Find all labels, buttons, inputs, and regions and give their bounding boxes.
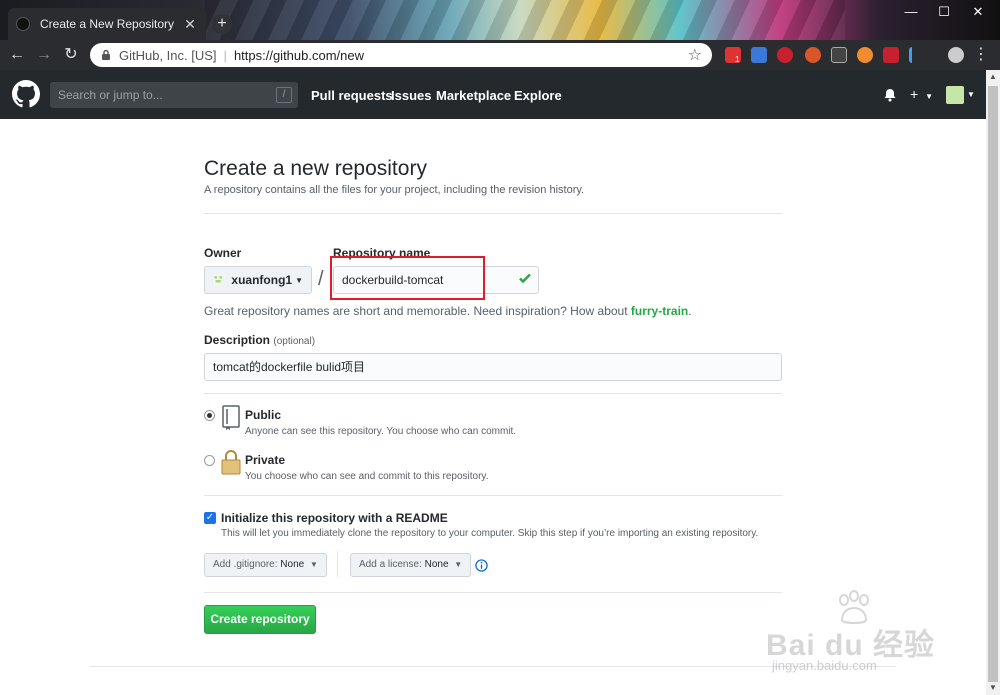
divider [204, 495, 782, 496]
browser-toolbar: ← → ↻ GitHub, Inc. [US] | https://github… [0, 40, 1000, 70]
extension-adblock-icon[interactable] [777, 47, 793, 63]
private-option-note: You choose who can see and commit to thi… [245, 471, 489, 482]
lock-icon [102, 49, 110, 60]
address-separator: | [223, 47, 227, 63]
nav-explore[interactable]: Explore [514, 88, 562, 103]
browser-tab-strip: Create a New Repository ✕ + — ☐ ✕ [0, 0, 1000, 40]
page-scrollbar[interactable]: ▲ ▼ [986, 70, 1000, 695]
license-label: Add a license: [359, 559, 422, 570]
extension-dark-icon[interactable] [831, 47, 847, 63]
user-avatar[interactable] [946, 86, 964, 104]
visibility-private-radio[interactable] [204, 455, 215, 466]
page-subtitle: A repository contains all the files for … [204, 184, 585, 196]
extension-csdn-icon[interactable] [883, 47, 899, 63]
gitignore-label: Add .gitignore: [213, 559, 278, 570]
hint-suffix: . [688, 304, 692, 318]
profile-avatar-icon[interactable] [948, 47, 964, 63]
description-label-text: Description [204, 333, 271, 347]
valid-checkmark-icon [519, 273, 531, 284]
suggested-name-link[interactable]: furry-train [631, 304, 688, 318]
scroll-up-arrow-icon[interactable]: ▲ [986, 70, 1000, 84]
gitignore-value: None [280, 559, 305, 570]
annotation-highlight-box [330, 256, 485, 300]
init-readme-label[interactable]: Initialize this repository with a README [221, 511, 448, 525]
nav-issues[interactable]: Issues [391, 88, 431, 103]
public-option-title: Public [245, 408, 282, 422]
visibility-public-radio[interactable] [204, 410, 215, 421]
optional-tag: (optional) [273, 336, 316, 347]
owner-name: xuanfong1 [231, 273, 293, 287]
browser-tab-active[interactable]: Create a New Repository ✕ [8, 8, 206, 40]
page-title: Create a new repository [204, 157, 427, 180]
chevron-down-icon: ▼ [295, 275, 303, 285]
github-logo-icon[interactable] [12, 80, 40, 108]
public-option-note: Anyone can see this repository. You choo… [245, 426, 517, 437]
divider [204, 213, 782, 214]
scroll-thumb[interactable] [988, 86, 998, 682]
notification-bell-icon[interactable] [883, 88, 897, 102]
vertical-divider [337, 551, 338, 577]
license-select-button[interactable]: Add a license: None ▼ [350, 553, 472, 577]
create-repository-button[interactable]: Create repository [204, 605, 316, 634]
nav-pull-requests[interactable]: Pull requests [311, 88, 393, 103]
watermark-url: jingyan.baidu.com [772, 658, 877, 673]
divider [204, 393, 782, 394]
owner-select-button[interactable]: xuanfong1 ▼ [204, 266, 312, 294]
url-text[interactable]: https://github.com/new [234, 48, 688, 63]
new-tab-button[interactable]: + [212, 14, 232, 34]
hint-text: Great repository names are short and mem… [204, 304, 631, 318]
baidu-watermark: Bai du 经验 jingyan.baidu.com [766, 590, 956, 680]
owner-label: Owner [204, 246, 242, 260]
description-input[interactable]: tomcat的dockerfile bulid项目 [204, 353, 782, 381]
site-organization: GitHub, Inc. [US] [119, 47, 217, 63]
back-arrow-icon[interactable]: ← [6, 44, 28, 66]
close-window-button[interactable]: ✕ [960, 0, 996, 26]
search-shortcut-key: / [276, 87, 292, 103]
theme-artwork [205, 0, 845, 40]
bookmark-star-icon[interactable]: ☆ [688, 45, 702, 65]
maximize-button[interactable]: ☐ [926, 0, 962, 26]
nav-marketplace[interactable]: Marketplace [436, 88, 511, 103]
chevron-down-icon: ▼ [309, 560, 318, 569]
chevron-down-icon: ▼ [454, 560, 463, 569]
divider [204, 592, 782, 593]
init-readme-note: This will let you immediately clone the … [221, 528, 759, 539]
minimize-button[interactable]: — [893, 0, 929, 26]
github-favicon-icon [16, 17, 30, 31]
extension-orange-icon[interactable] [857, 47, 873, 63]
scroll-down-arrow-icon[interactable]: ▼ [986, 681, 1000, 695]
tab-close-icon[interactable]: ✕ [182, 16, 198, 33]
extension-blue-icon[interactable] [909, 47, 925, 63]
create-new-plus-icon[interactable]: + ▼ [910, 86, 933, 102]
description-label: Description (optional) [204, 333, 315, 347]
chrome-menu-icon[interactable]: ⋮ [970, 44, 992, 66]
reload-icon[interactable]: ↻ [60, 44, 82, 66]
license-value: None [424, 559, 449, 570]
info-icon[interactable] [475, 559, 488, 572]
private-option-title: Private [245, 453, 286, 467]
name-suggestion-hint: Great repository names are short and mem… [204, 304, 692, 318]
github-search-input[interactable]: Search or jump to... / [50, 82, 298, 108]
forward-arrow-icon[interactable]: → [33, 44, 55, 66]
github-header: Search or jump to... / Pull requests Iss… [0, 70, 986, 119]
avatar-dropdown-caret-icon[interactable]: ▼ [967, 90, 975, 99]
public-repo-book-icon [222, 405, 240, 430]
owner-avatar-icon [213, 274, 224, 286]
tab-title: Create a New Repository [40, 17, 175, 31]
private-repo-lock-icon [221, 450, 241, 475]
extension-badge: 1 [735, 55, 740, 64]
extension-record-icon[interactable] [805, 47, 821, 63]
gitignore-select-button[interactable]: Add .gitignore: None ▼ [204, 553, 327, 577]
search-placeholder: Search or jump to... [58, 88, 163, 102]
extension-translate-icon[interactable] [751, 47, 767, 63]
init-readme-checkbox[interactable]: ✓ [204, 512, 216, 524]
address-bar[interactable]: GitHub, Inc. [US] | https://github.com/n… [90, 43, 712, 67]
owner-repo-separator: / [318, 268, 324, 290]
